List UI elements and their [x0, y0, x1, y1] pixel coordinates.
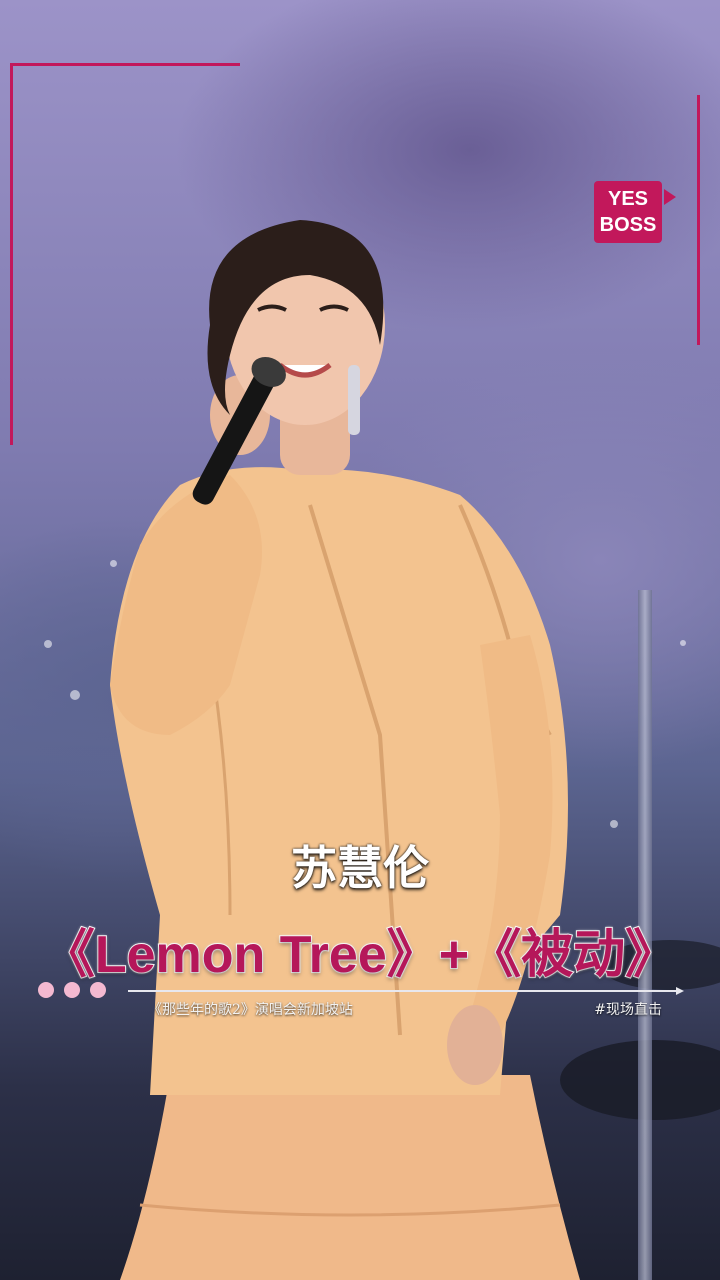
bokeh-light [70, 690, 80, 700]
artist-name: 苏慧伦 [291, 842, 429, 894]
logo-line-1: YES [607, 188, 649, 210]
song-titles: 《Lemon Tree》+《被动》 [42, 925, 678, 985]
video-frame: YES BOSS 苏慧伦 《Lemon Tree》+《被动》 《那些年的歌2》演… [0, 0, 720, 1280]
bokeh-light [680, 640, 686, 646]
frame-line-right [697, 95, 700, 345]
hashtag: #现场直击 [594, 1002, 662, 1018]
yes-boss-logo: YES BOSS [594, 181, 676, 243]
frame-line-left [10, 63, 13, 445]
singer-figure [110, 220, 580, 1280]
frame-line-top-left [10, 63, 240, 66]
caption-divider [128, 987, 684, 995]
bokeh-light [610, 820, 618, 828]
dot [90, 982, 106, 998]
dot [64, 982, 80, 998]
concert-subtitle: 《那些年的歌2》演唱会新加坡站 [148, 1002, 353, 1018]
dot [38, 982, 54, 998]
decorative-dots [38, 982, 116, 1002]
bokeh-light [44, 640, 52, 648]
logo-line-2: BOSS [599, 214, 657, 236]
